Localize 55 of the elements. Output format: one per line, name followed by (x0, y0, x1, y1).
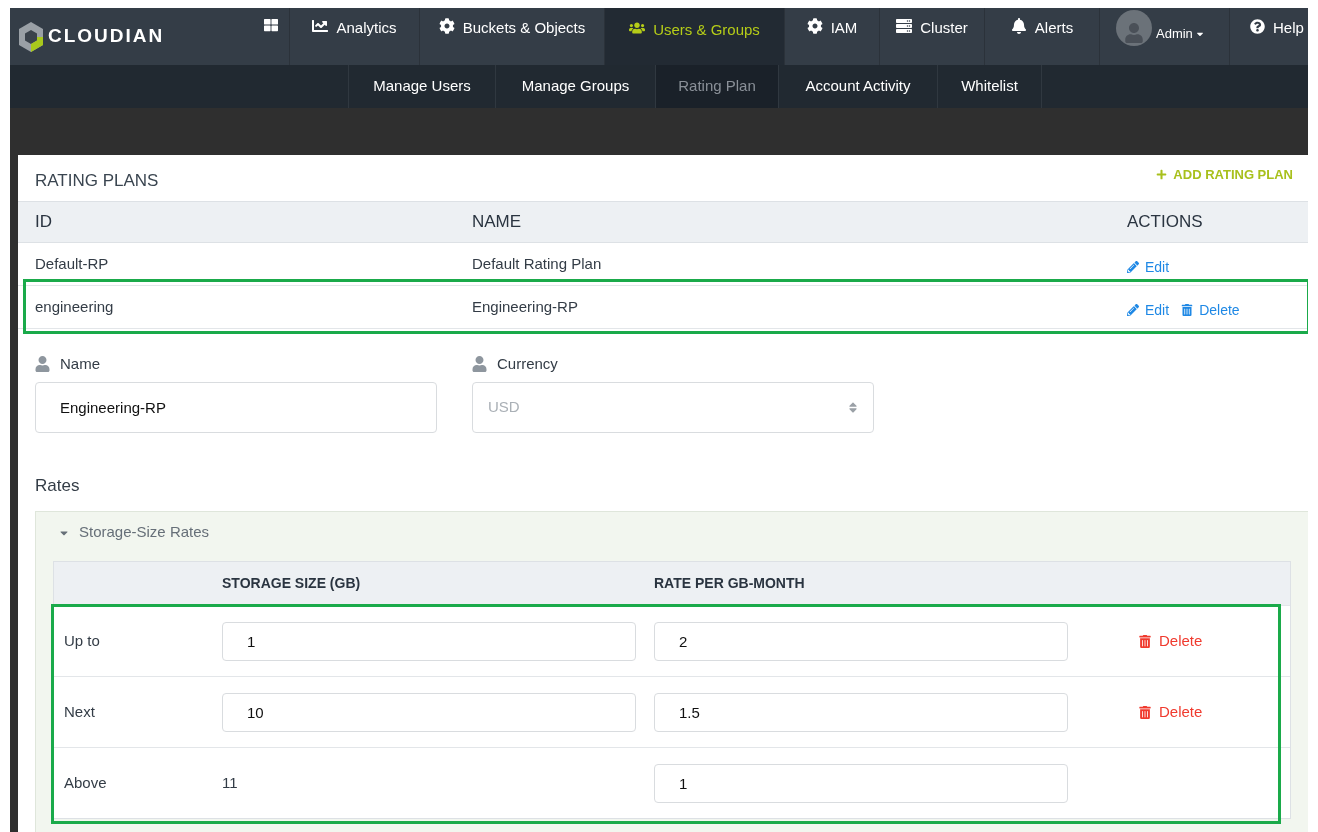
sort-arrows-icon (848, 400, 858, 414)
column-header: STORAGE SIZE (GB) (222, 574, 362, 593)
edit-link[interactable]: Edit (1127, 299, 1170, 321)
field-label: Currency (497, 354, 558, 374)
trash-icon (1139, 705, 1151, 719)
rate-input[interactable]: 2 (654, 621, 1068, 661)
help-button[interactable]: Help (1230, 8, 1304, 65)
person-icon (35, 356, 50, 373)
trash-icon (1181, 304, 1194, 316)
panel-title: RATING PLANS (35, 170, 159, 192)
pencil-icon (1127, 261, 1139, 273)
subnav-tab[interactable]: Account Activity (778, 65, 937, 108)
subnav-tab[interactable]: Whitelist (937, 65, 1042, 108)
pencil-icon (1127, 304, 1139, 316)
section-toggle[interactable]: Storage-Size Rates (36, 512, 1308, 553)
storage-size-value: 11 (222, 772, 239, 793)
column-header: ACTIONS (1127, 211, 1204, 234)
table-cell-text: Default-RP (35, 253, 110, 274)
subnav-tab[interactable]: Rating Plan (655, 65, 778, 108)
edit-link[interactable]: Edit (1127, 256, 1170, 278)
delete-link[interactable]: Delete (1139, 700, 1302, 724)
avatar-icon (1116, 10, 1152, 46)
storage-size-input[interactable]: 10 (222, 692, 636, 732)
field-label: Name (60, 354, 100, 374)
bell-icon (1010, 18, 1027, 34)
column-header: RATE PER GB-MONTH (654, 574, 806, 593)
line-chart-icon (312, 18, 329, 34)
column-header: NAME (472, 211, 523, 234)
person-icon (472, 356, 487, 373)
table-cell-text: Default Rating Plan (472, 253, 603, 274)
users-icon (629, 20, 646, 36)
section-title: Rates (34, 474, 81, 497)
server-icon (896, 18, 913, 34)
delete-link[interactable]: Delete (1181, 299, 1240, 321)
gear-icon (806, 18, 823, 34)
row-label: Above (64, 772, 108, 793)
grid-icon (263, 18, 278, 32)
plus-icon (1156, 169, 1168, 181)
logo-icon (18, 20, 44, 53)
gear-icon (438, 18, 455, 34)
name-input[interactable]: Engineering-RP (35, 381, 437, 433)
trash-icon (1139, 634, 1151, 648)
row-label: Up to (64, 630, 101, 651)
row-label: Next (64, 701, 96, 722)
nav-tab[interactable]: Users & Groups (605, 8, 785, 65)
subnav-tab[interactable]: Manage Users (348, 65, 495, 108)
help-icon (1250, 19, 1265, 34)
column-header: ID (35, 211, 53, 234)
table-cell-text: Engineering-RP (472, 296, 579, 317)
storage-size-input[interactable]: 1 (222, 621, 636, 661)
rate-input[interactable]: 1 (654, 763, 1068, 803)
table-cell-text: engineering (35, 296, 115, 317)
delete-link[interactable]: Delete (1139, 629, 1302, 653)
rate-input[interactable]: 1.5 (654, 692, 1068, 732)
logo-wordmark: CLOUDIAN (48, 24, 165, 49)
